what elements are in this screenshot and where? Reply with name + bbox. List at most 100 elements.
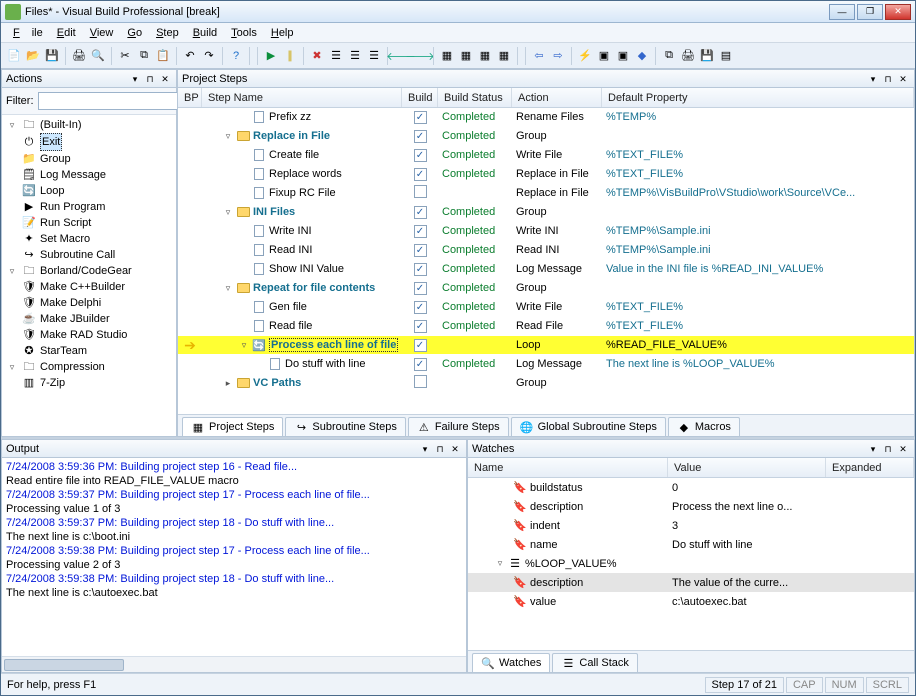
print2-icon[interactable]: 🖨: [679, 47, 697, 65]
wcol-exp[interactable]: Expanded: [826, 458, 914, 477]
col-bp[interactable]: BP: [178, 88, 202, 107]
undo-icon[interactable]: ↶: [181, 47, 199, 65]
filter-input[interactable]: [38, 92, 188, 110]
project-steps-grid[interactable]: Prefix zz✓CompletedRename Files%TEMP%▿Re…: [178, 108, 914, 414]
step-row[interactable]: ▿INI Files✓CompletedGroup: [178, 203, 914, 222]
step-a-icon[interactable]: ☰: [327, 47, 345, 65]
watch-row[interactable]: 🔖indent3: [468, 516, 914, 535]
check-icon[interactable]: ▣: [614, 47, 632, 65]
menu-file[interactable]: File: [7, 25, 49, 41]
tree-group[interactable]: ▿🗀Compression: [4, 359, 174, 375]
redo-icon[interactable]: ↷: [200, 47, 218, 65]
tree-item[interactable]: 🛡Make Delphi: [4, 295, 174, 311]
save2-icon[interactable]: 💾: [698, 47, 716, 65]
tree-item[interactable]: 🗒Log Message: [4, 167, 174, 183]
out-close-icon[interactable]: ✕: [448, 442, 462, 456]
tree-item[interactable]: ⏻Exit: [4, 133, 174, 151]
step-c-icon[interactable]: ☰: [365, 47, 383, 65]
bolt-icon[interactable]: ⚡: [576, 47, 594, 65]
step-row[interactable]: Gen file✓CompletedWrite File%TEXT_FILE%: [178, 298, 914, 317]
print-icon[interactable]: 🖨: [70, 47, 88, 65]
step-row[interactable]: Fixup RC FileReplace in File%TEMP%\VisBu…: [178, 184, 914, 203]
step-row[interactable]: ▿Replace in File✓CompletedGroup: [178, 127, 914, 146]
layout-icon[interactable]: ▤: [717, 47, 735, 65]
tree-item[interactable]: ☕Make JBuilder: [4, 311, 174, 327]
grid3-icon[interactable]: ▦: [476, 47, 494, 65]
grid2-icon[interactable]: ▦: [457, 47, 475, 65]
tree-item[interactable]: ▥7-Zip: [4, 375, 174, 391]
maximize-button[interactable]: ❐: [857, 4, 883, 20]
watch-row[interactable]: 🔖descriptionThe value of the curre...: [468, 573, 914, 592]
tab[interactable]: ◆Macros: [668, 417, 740, 436]
open-icon[interactable]: 📂: [24, 47, 42, 65]
tree-item[interactable]: ✪StarTeam: [4, 343, 174, 359]
out-menu-icon[interactable]: ▾: [418, 442, 432, 456]
save-icon[interactable]: 💾: [43, 47, 61, 65]
play-icon[interactable]: ▶: [262, 47, 280, 65]
tree-item[interactable]: 📝Run Script: [4, 215, 174, 231]
col-default[interactable]: Default Property: [602, 88, 914, 107]
menu-view[interactable]: View: [84, 25, 120, 41]
col-stepname[interactable]: Step Name: [202, 88, 402, 107]
tree-group[interactable]: ▿🗀Borland/CodeGear: [4, 263, 174, 279]
step-row[interactable]: Do stuff with line✓CompletedLog MessageT…: [178, 355, 914, 374]
watch-row[interactable]: 🔖buildstatus0: [468, 478, 914, 497]
step-row[interactable]: Show INI Value✓CompletedLog MessageValue…: [178, 260, 914, 279]
watch-row[interactable]: ▿☰%LOOP_VALUE%: [468, 554, 914, 573]
pause-icon[interactable]: ∥: [281, 47, 299, 65]
help-icon[interactable]: ?: [227, 47, 245, 65]
step-row[interactable]: ▿Repeat for file contents✓CompletedGroup: [178, 279, 914, 298]
step-row[interactable]: ▸VC PathsGroup: [178, 374, 914, 393]
preview-icon[interactable]: 🔍: [89, 47, 107, 65]
new-icon[interactable]: 📄: [5, 47, 23, 65]
tab[interactable]: ↪Subroutine Steps: [285, 417, 405, 436]
ps-pin-icon[interactable]: ⊓: [881, 72, 895, 86]
w-close-icon[interactable]: ✕: [896, 442, 910, 456]
navfwd-icon[interactable]: ⇨: [549, 47, 567, 65]
step-row[interactable]: Read INI✓CompletedRead INI%TEMP%\Sample.…: [178, 241, 914, 260]
ps-close-icon[interactable]: ✕: [896, 72, 910, 86]
menu-step[interactable]: Step: [150, 25, 185, 41]
copy-icon[interactable]: ⧉: [135, 47, 153, 65]
output-hscroll[interactable]: [2, 656, 466, 672]
step-b-icon[interactable]: ☰: [346, 47, 364, 65]
grid4-icon[interactable]: ▦: [495, 47, 513, 65]
step-row[interactable]: Create file✓CompletedWrite File%TEXT_FIL…: [178, 146, 914, 165]
actions-tree[interactable]: ▿🗀(Built-In)⏻Exit📁Group🗒Log Message🔄Loop…: [2, 115, 176, 436]
watch-row[interactable]: 🔖descriptionProcess the next line o...: [468, 497, 914, 516]
close-button[interactable]: ✕: [885, 4, 911, 20]
tree-item[interactable]: 🔄Loop: [4, 183, 174, 199]
col-action[interactable]: Action: [512, 88, 602, 107]
tree-item[interactable]: ↪Subroutine Call: [4, 247, 174, 263]
copy2-icon[interactable]: ⧉: [660, 47, 678, 65]
macro-icon[interactable]: ▣: [595, 47, 613, 65]
watch-row[interactable]: 🔖valuec:\autoexec.bat: [468, 592, 914, 611]
step-row[interactable]: Write INI✓CompletedWrite INI%TEMP%\Sampl…: [178, 222, 914, 241]
diamond-icon[interactable]: ◆: [633, 47, 651, 65]
step-row[interactable]: Read file✓CompletedRead File%TEXT_FILE%: [178, 317, 914, 336]
col-buildstatus[interactable]: Build Status: [438, 88, 512, 107]
tree-item[interactable]: 📁Group: [4, 151, 174, 167]
tree-item[interactable]: 🛡Make C++Builder: [4, 279, 174, 295]
tree-group[interactable]: ▿🗀(Built-In): [4, 117, 174, 133]
tab[interactable]: ⚠Failure Steps: [408, 417, 509, 436]
paste-icon[interactable]: 📋: [154, 47, 172, 65]
out-pin-icon[interactable]: ⊓: [433, 442, 447, 456]
panel-pin-icon[interactable]: ⊓: [143, 72, 157, 86]
col-build[interactable]: Build: [402, 88, 438, 107]
watch-row[interactable]: 🔖nameDo stuff with line: [468, 535, 914, 554]
step-row[interactable]: Replace words✓CompletedReplace in File%T…: [178, 165, 914, 184]
tree-item[interactable]: 🛡Make RAD Studio: [4, 327, 174, 343]
menu-help[interactable]: Help: [265, 25, 300, 41]
panel-menu-icon[interactable]: ▾: [128, 72, 142, 86]
menu-go[interactable]: Go: [121, 25, 148, 41]
tab[interactable]: 🔍Watches: [472, 653, 550, 672]
tab[interactable]: ▦Project Steps: [182, 417, 283, 436]
cut-icon[interactable]: ✂: [116, 47, 134, 65]
tab[interactable]: ☰Call Stack: [552, 653, 638, 672]
tree-item[interactable]: ▶Run Program: [4, 199, 174, 215]
step-row[interactable]: Prefix zz✓CompletedRename Files%TEMP%: [178, 108, 914, 127]
menu-build[interactable]: Build: [187, 25, 223, 41]
minimize-button[interactable]: —: [829, 4, 855, 20]
panel-close-icon[interactable]: ✕: [158, 72, 172, 86]
